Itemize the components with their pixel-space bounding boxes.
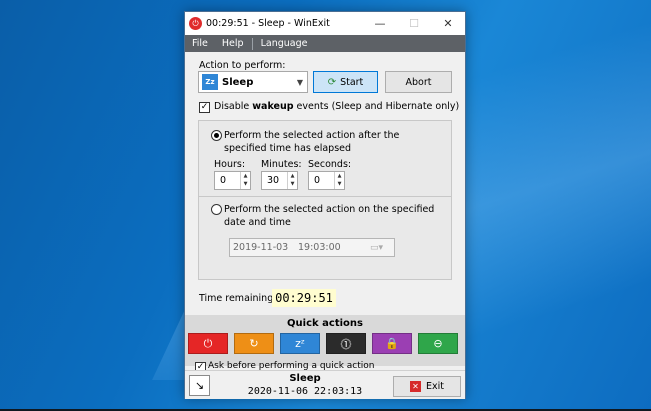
- minutes-label: Minutes:: [261, 159, 302, 170]
- quick-lock-button[interactable]: 🔒: [372, 333, 412, 354]
- chevron-down-icon: ▼: [296, 77, 304, 87]
- start-icon: ⟳: [327, 76, 337, 88]
- status-footer: ↘ Sleep 2020-11-06 22:03:13 ✕ Exit: [185, 370, 465, 399]
- quick-logoff-button[interactable]: ⊖: [418, 333, 458, 354]
- quick-sleep-button[interactable]: zᶻ: [280, 333, 320, 354]
- datetime-mode-radio[interactable]: [211, 204, 222, 215]
- exit-button[interactable]: ✕ Exit: [393, 376, 461, 397]
- action-dropdown[interactable]: Zz Sleep ▼: [198, 71, 308, 93]
- minutes-stepper[interactable]: 30 ▲ ▼: [261, 171, 298, 190]
- title-bar[interactable]: ⏻ 00:29:51 - Sleep - WinExit — ☐ ✕: [185, 12, 465, 35]
- sleep-icon: Zz: [202, 74, 218, 90]
- power-icon: ⏻: [203, 336, 213, 350]
- time-remaining-label: Time remaining:: [199, 293, 277, 304]
- window-title: 00:29:51 - Sleep - WinExit: [206, 18, 330, 29]
- spinner-arrows-icon[interactable]: ▲ ▼: [334, 172, 344, 189]
- disable-wakeup-label: Disable wakeup events (Sleep and Hiberna…: [214, 101, 460, 112]
- time-value: 19:03:00: [298, 242, 341, 253]
- elapsed-mode-label: Perform the selected action after the sp…: [224, 130, 400, 154]
- quick-restart-button[interactable]: ↻: [234, 333, 274, 354]
- scheduled-action: Sleep: [289, 373, 321, 384]
- arrow-down-right-icon[interactable]: ↘: [189, 375, 210, 396]
- close-icon: ✕: [410, 381, 421, 392]
- menu-language[interactable]: Language: [254, 35, 315, 52]
- close-button[interactable]: ✕: [431, 12, 465, 35]
- restart-icon: ↻: [249, 337, 259, 350]
- maximize-button: ☐: [409, 17, 419, 30]
- start-button-label: Start: [340, 76, 364, 88]
- seconds-label: Seconds:: [308, 159, 352, 170]
- menu-separator: [251, 37, 253, 50]
- group-divider: [199, 196, 451, 197]
- logoff-icon: ⊖: [433, 337, 443, 350]
- exit-button-label: Exit: [426, 381, 444, 392]
- hours-stepper[interactable]: 0 ▲ ▼: [214, 171, 251, 190]
- menu-help[interactable]: Help: [215, 35, 251, 52]
- power-icon: ⏻: [189, 17, 202, 30]
- time-remaining-value: 00:29:51: [272, 289, 336, 307]
- seconds-stepper[interactable]: 0 ▲ ▼: [308, 171, 345, 190]
- start-button[interactable]: ⟳ Start: [313, 71, 378, 93]
- calendar-icon: ▭▾: [370, 242, 384, 253]
- quick-hibernate-button[interactable]: ⓵: [326, 333, 366, 354]
- quick-actions-title: Quick actions: [287, 318, 363, 329]
- menu-bar: File Help Language: [185, 35, 465, 52]
- spinner-arrows-icon[interactable]: ▲ ▼: [240, 172, 250, 189]
- disable-wakeup-checkbox[interactable]: ✓: [199, 102, 210, 113]
- quick-shutdown-button[interactable]: ⏻: [188, 333, 228, 354]
- spinner-arrows-icon[interactable]: ▲ ▼: [287, 172, 297, 189]
- elapsed-mode-radio[interactable]: [211, 130, 222, 141]
- sleep-icon: zᶻ: [295, 337, 305, 350]
- datetime-mode-label: Perform the selected action on the speci…: [224, 204, 435, 228]
- action-label: Action to perform:: [199, 60, 286, 71]
- datetime-picker: 2019-11-03 19:03:00 ▭▾: [229, 238, 395, 257]
- minutes-value: 30: [267, 175, 280, 186]
- timer-mode-group: Perform the selected action after the sp…: [198, 120, 452, 280]
- winexit-window: ⏻ 00:29:51 - Sleep - WinExit — ☐ ✕ File …: [184, 11, 466, 399]
- hours-label: Hours:: [214, 159, 246, 170]
- seconds-value: 0: [314, 175, 321, 186]
- action-selected-value: Sleep: [222, 76, 254, 88]
- quick-actions-panel: Quick actions ⏻ ↻ zᶻ ⓵ 🔒 ⊖ ✓ Ask before perfo…: [185, 315, 465, 373]
- minimize-button[interactable]: —: [363, 12, 397, 35]
- lock-icon: 🔒: [385, 337, 399, 350]
- date-value: 2019-11-03: [233, 242, 289, 253]
- hibernate-icon: ⓵: [340, 337, 352, 351]
- abort-button[interactable]: Abort: [385, 71, 452, 93]
- scheduled-datetime: 2020-11-06 22:03:13: [247, 386, 363, 397]
- menu-file[interactable]: File: [185, 35, 215, 52]
- hours-value: 0: [220, 175, 227, 186]
